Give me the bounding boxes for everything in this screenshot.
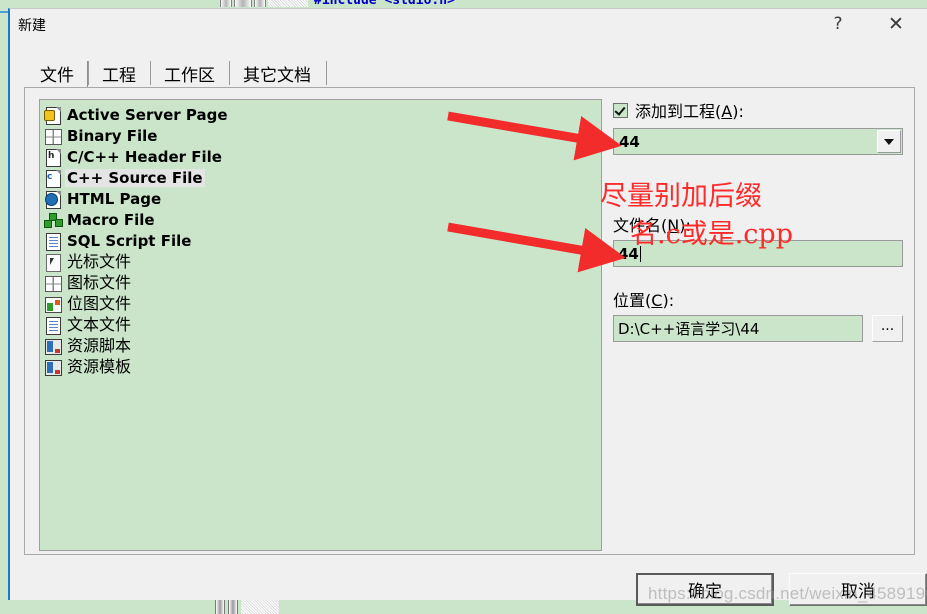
list-item-label: Active Server Page <box>67 105 228 124</box>
macro-file-icon <box>44 211 63 229</box>
list-item-label: 光标文件 <box>67 251 132 271</box>
location-row: D:\C++语言学习\44 ... <box>613 315 903 342</box>
resource-template-icon <box>44 358 62 376</box>
list-item-selected[interactable]: c C++ Source File <box>42 167 601 188</box>
list-item[interactable]: Macro File <box>42 209 601 230</box>
sql-script-file-icon <box>44 232 62 251</box>
annotation-note-line2: 名.c或是.cpp <box>630 219 793 250</box>
dialog-titlebar: 新建 ? ✕ <box>10 9 927 41</box>
ok-button[interactable]: 确定 <box>636 573 774 606</box>
asp-page-icon <box>44 106 62 125</box>
add-to-project-label: 添加到工程(A): <box>635 102 744 121</box>
list-item-label: SQL Script File <box>67 231 192 250</box>
toolbar-chunk-icon <box>254 0 266 7</box>
tab-files[interactable]: 文件 <box>26 58 89 88</box>
chevron-down-icon[interactable] <box>877 130 901 153</box>
location-input[interactable]: D:\C++语言学习\44 <box>613 315 863 342</box>
tab-separator <box>326 61 327 85</box>
bitmap-file-icon <box>44 295 62 313</box>
annotation-note-line1: 尽量别加后缀 <box>600 181 762 212</box>
location-label: 位置(C): <box>613 291 675 310</box>
list-item-label: 资源模板 <box>67 356 132 376</box>
cpp-source-file-icon: c <box>44 169 62 188</box>
add-to-project-row: 添加到工程(A): <box>613 99 903 121</box>
list-item[interactable]: HTML Page <box>42 188 601 209</box>
tab-other-documents[interactable]: 其它文档 <box>229 58 325 88</box>
list-item-label: 图标文件 <box>67 272 132 292</box>
list-item[interactable]: 光标文件 <box>42 251 601 272</box>
add-to-project-checkbox[interactable] <box>613 102 628 118</box>
text-file-icon <box>44 316 62 335</box>
list-item-label: C/C++ Header File <box>67 147 222 166</box>
list-item[interactable]: 资源模板 <box>42 356 601 377</box>
list-item[interactable]: 图标文件 <box>42 272 601 293</box>
background-toolbar-fragments: #include <stdio.h> <box>220 0 455 8</box>
list-item[interactable]: Active Server Page <box>42 104 601 125</box>
list-item-label: Binary File <box>67 126 158 145</box>
cancel-button[interactable]: 取消 <box>789 573 927 606</box>
list-item[interactable]: Binary File <box>42 125 601 146</box>
list-item[interactable]: 位图文件 <box>42 293 601 314</box>
close-icon[interactable]: ✕ <box>873 9 919 39</box>
resource-script-icon <box>44 337 62 355</box>
project-combobox-value: 44 <box>619 132 640 151</box>
list-item-label: HTML Page <box>67 189 162 208</box>
list-item[interactable]: SQL Script File <box>42 230 601 251</box>
list-item[interactable]: 文本文件 <box>42 314 601 335</box>
dialog-button-row: 确定 取消 <box>10 567 927 607</box>
dialog-content-frame: Active Server Page Binary File h C/C++ H… <box>24 87 915 555</box>
cursor-file-icon <box>44 253 62 272</box>
list-item-label: 位图文件 <box>67 293 132 313</box>
tab-workspaces[interactable]: 工作区 <box>150 58 229 88</box>
background-code-line: #include <stdio.h> <box>314 0 455 8</box>
project-combobox[interactable]: 44 <box>613 128 903 155</box>
list-item-label: 文本文件 <box>67 314 132 334</box>
help-icon[interactable]: ? <box>815 9 861 39</box>
html-page-icon <box>44 190 62 209</box>
list-item-label: Macro File <box>67 210 155 229</box>
list-item[interactable]: 资源脚本 <box>42 335 601 356</box>
list-item[interactable]: h C/C++ Header File <box>42 146 601 167</box>
dialog-tabstrip: 文件 工程 工作区 其它文档 <box>26 56 327 88</box>
toolbar-chunk-icon <box>234 0 252 7</box>
icon-file-icon <box>44 274 62 292</box>
list-item-label: C++ Source File <box>65 168 205 187</box>
header-file-icon: h <box>44 148 62 167</box>
list-item-label: 资源脚本 <box>67 335 132 355</box>
dialog-title: 新建 <box>18 18 46 34</box>
tab-projects[interactable]: 工程 <box>88 58 150 88</box>
annotation-note: 尽量别加后缀 名.c或是.cpp <box>600 178 920 254</box>
binary-file-icon <box>44 127 62 145</box>
new-file-dialog: 新建 ? ✕ 文件 工程 工作区 其它文档 Active Server Page… <box>8 8 927 606</box>
toolbar-chunk-icon <box>220 0 232 7</box>
browse-button[interactable]: ... <box>872 315 903 342</box>
toolbar-hatch-area <box>268 0 308 7</box>
file-type-list[interactable]: Active Server Page Binary File h C/C++ H… <box>39 99 602 551</box>
